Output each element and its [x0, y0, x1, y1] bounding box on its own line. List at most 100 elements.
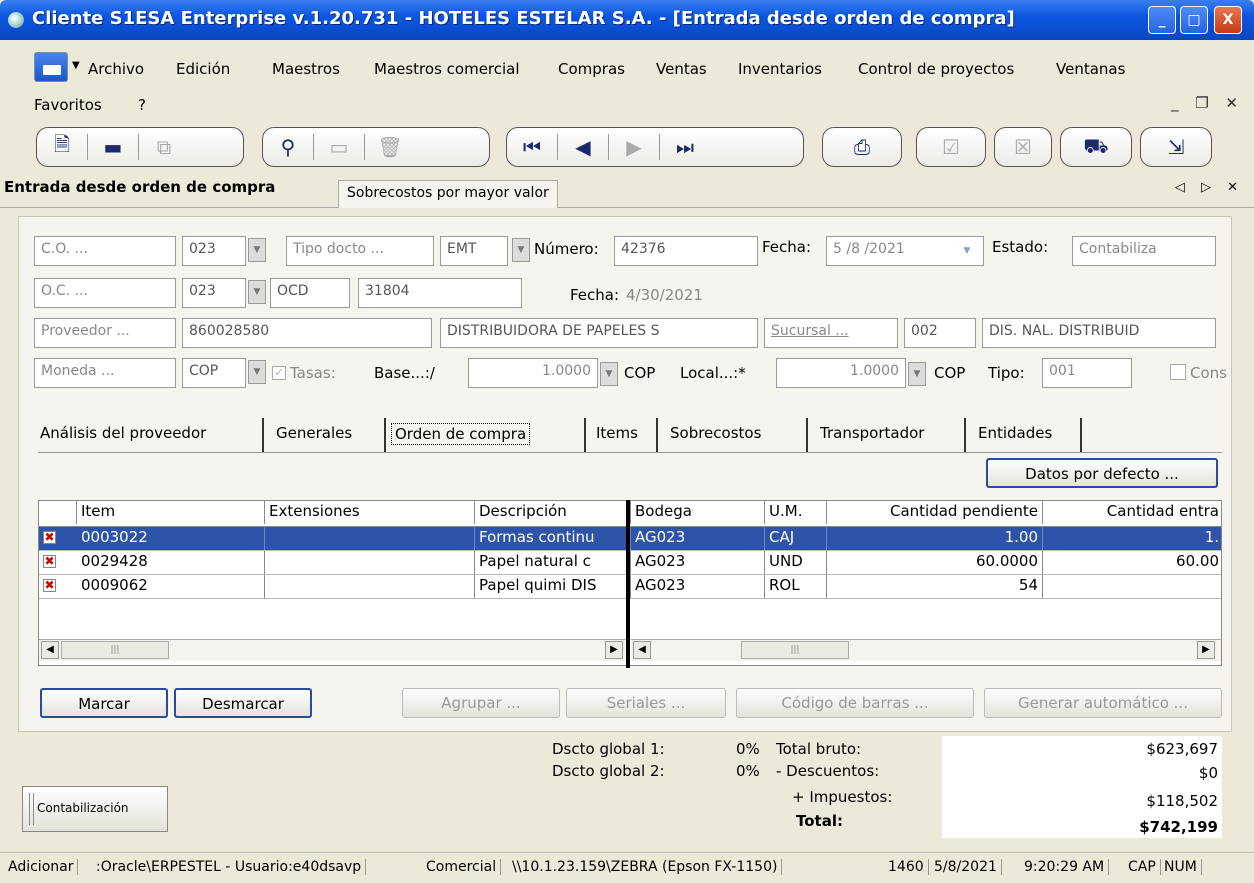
proveedor-lookup-button[interactable]: Proveedor ... [34, 318, 176, 348]
generar-automatico-button[interactable]: Generar automático ... [984, 688, 1222, 718]
co-lookup-button[interactable]: C.O. ... [34, 236, 176, 266]
tab-generales[interactable]: Generales [276, 424, 352, 442]
codigo-barras-button[interactable]: Código de barras ... [736, 688, 974, 718]
oc-lookup-button[interactable]: O.C. ... [34, 278, 176, 308]
menu-ventanas[interactable]: Ventanas [1056, 60, 1125, 78]
oc-tipo-field[interactable]: OCD [270, 278, 350, 308]
first-record-icon[interactable]: ⏮ [507, 128, 557, 166]
fecha-dropdown-icon[interactable]: ▼ [958, 240, 976, 264]
menu-control-proyectos[interactable]: Control de proyectos [858, 60, 1014, 78]
delete-icon[interactable]: 🗑 [365, 128, 415, 166]
contabilizacion-button[interactable]: Contabilización [22, 786, 168, 832]
grid-splitter[interactable] [626, 500, 630, 668]
scroll-left-icon[interactable]: ◀ [41, 641, 59, 659]
co-field[interactable]: 023 [182, 236, 246, 266]
tipo-docto-field[interactable]: EMT [440, 236, 508, 266]
desmarcar-button[interactable]: Desmarcar [174, 688, 312, 718]
tab-sobrecostos-mayor-valor[interactable]: Sobrecostos por mayor valor [338, 180, 558, 208]
seriales-button[interactable]: Seriales ... [566, 688, 726, 718]
menu-help[interactable]: ? [138, 96, 146, 114]
menu-edicion[interactable]: Edición [176, 60, 230, 78]
table-row[interactable]: ✖ 0029428 Papel natural c AG023 UND 60.0… [39, 551, 1221, 575]
last-record-icon[interactable]: ⏭ [660, 128, 710, 166]
moneda-field[interactable]: COP [182, 358, 246, 388]
previous-record-icon[interactable]: ◀ [558, 128, 608, 166]
maximize-button[interactable]: □ [1180, 6, 1208, 34]
cell-cantidad-entra[interactable] [1043, 575, 1221, 598]
tasas-checkbox[interactable]: ✓ [272, 366, 286, 380]
column-header-item[interactable]: Item [77, 501, 265, 524]
menu-ventas[interactable]: Ventas [656, 60, 707, 78]
remove-row-icon[interactable]: ✖ [43, 579, 56, 592]
mdi-window-controls[interactable]: _ ❐ ✕ [1171, 94, 1244, 112]
local-rate-dropdown-icon[interactable]: ▼ [908, 362, 926, 386]
tab-items[interactable]: Items [596, 424, 638, 442]
agrupar-button[interactable]: Agrupar ... [402, 688, 560, 718]
marcar-button[interactable]: Marcar [40, 688, 168, 718]
column-header-bodega[interactable]: Bodega [631, 501, 765, 524]
scroll-right-icon[interactable]: ▶ [605, 641, 623, 659]
cons-checkbox[interactable] [1170, 364, 1186, 380]
table-row[interactable]: ✖ 0003022 Formas continu AG023 CAJ 1.00 … [39, 527, 1221, 551]
base-rate-field[interactable]: 1.0000 [468, 358, 598, 388]
column-header-descripcion[interactable]: Descripción [475, 501, 631, 524]
tab-entrada-orden-compra[interactable]: Entrada desde orden de compra [4, 178, 275, 196]
proveedor-nit-field[interactable]: 860028580 [182, 318, 432, 348]
remove-row-icon[interactable]: ✖ [43, 531, 56, 544]
sucursal-lookup-button[interactable]: Sucursal ... [764, 318, 898, 348]
estado-field[interactable]: Contabiliza [1072, 236, 1216, 266]
sucursal-nombre-field[interactable]: DIS. NAL. DISTRIBUID [982, 318, 1216, 348]
next-record-icon[interactable]: ▶ [609, 128, 659, 166]
tab-orden-compra[interactable]: Orden de compra [390, 423, 531, 445]
column-header-cantidad-pendiente[interactable]: Cantidad pendiente [827, 501, 1043, 524]
minimize-button[interactable]: _ [1148, 6, 1176, 34]
menu-archivo[interactable]: Archivo [88, 60, 144, 78]
scroll-thumb[interactable]: ||| [741, 641, 849, 659]
moneda-lookup-button[interactable]: Moneda ... [34, 358, 176, 388]
chevron-down-icon[interactable]: ▼ [72, 60, 80, 71]
menu-favoritos[interactable]: Favoritos [34, 96, 102, 114]
sucursal-code-field[interactable]: 002 [904, 318, 976, 348]
tab-sobrecostos[interactable]: Sobrecostos [670, 424, 761, 442]
open-folder-icon[interactable]: ▬ [88, 128, 138, 166]
cell-cantidad-entra[interactable]: 60.00 [1043, 551, 1221, 574]
cell-cantidad-entra[interactable]: 1. [1043, 527, 1221, 550]
save-icon[interactable]: ▭ [314, 128, 364, 166]
oc-co-field[interactable]: 023 [182, 278, 246, 308]
oc-co-dropdown-icon[interactable]: ▼ [248, 280, 266, 304]
column-header-um[interactable]: U.M. [765, 501, 827, 524]
tab-entidades[interactable]: Entidades [978, 424, 1052, 442]
remove-row-icon[interactable]: ✖ [43, 555, 56, 568]
datos-por-defecto-button[interactable]: Datos por defecto ... [986, 458, 1218, 488]
truck-icon[interactable]: ⛟ [1071, 128, 1121, 166]
tipo-docto-dropdown-icon[interactable]: ▼ [512, 238, 530, 262]
left-horizontal-scrollbar[interactable]: ◀ ||| ▶ [39, 639, 629, 661]
search-icon[interactable]: ⚲ [263, 128, 313, 166]
toolbox-icon[interactable] [34, 52, 68, 82]
base-rate-dropdown-icon[interactable]: ▼ [600, 362, 618, 386]
tipo-docto-lookup-button[interactable]: Tipo docto ... [286, 236, 434, 266]
right-horizontal-scrollbar[interactable]: ◀ ||| ▶ [631, 639, 1221, 661]
tab-transportador[interactable]: Transportador [820, 424, 924, 442]
co-dropdown-icon[interactable]: ▼ [248, 238, 266, 262]
approve-icon[interactable]: ☑ [926, 128, 976, 166]
tipo-field[interactable]: 001 [1042, 358, 1132, 388]
menu-maestros[interactable]: Maestros [272, 60, 340, 78]
menu-compras[interactable]: Compras [558, 60, 625, 78]
menu-inventarios[interactable]: Inventarios [738, 60, 822, 78]
scroll-thumb[interactable]: ||| [61, 641, 169, 659]
close-button[interactable]: X [1214, 6, 1242, 34]
oc-numero-field[interactable]: 31804 [358, 278, 522, 308]
numero-field[interactable]: 42376 [614, 236, 758, 266]
tab-analisis-proveedor[interactable]: Análisis del proveedor [40, 424, 206, 442]
column-header-cantidad-entra[interactable]: Cantidad entra [1043, 501, 1221, 524]
proveedor-nombre-field[interactable]: DISTRIBUIDORA DE PAPELES S [440, 318, 758, 348]
table-row[interactable]: ✖ 0009062 Papel quimi DIS AG023 ROL 54 [39, 575, 1221, 599]
scroll-left-icon[interactable]: ◀ [633, 641, 651, 659]
new-document-icon[interactable]: 🗎 [37, 128, 87, 166]
menu-maestros-comercial[interactable]: Maestros comercial [374, 60, 520, 78]
local-rate-field[interactable]: 1.0000 [776, 358, 906, 388]
printer-icon[interactable]: ⎙ [837, 128, 887, 166]
export-document-icon[interactable]: ⇲ [1151, 128, 1201, 166]
tab-navigation-controls[interactable]: ◁ ▷ ✕ [1175, 180, 1244, 195]
